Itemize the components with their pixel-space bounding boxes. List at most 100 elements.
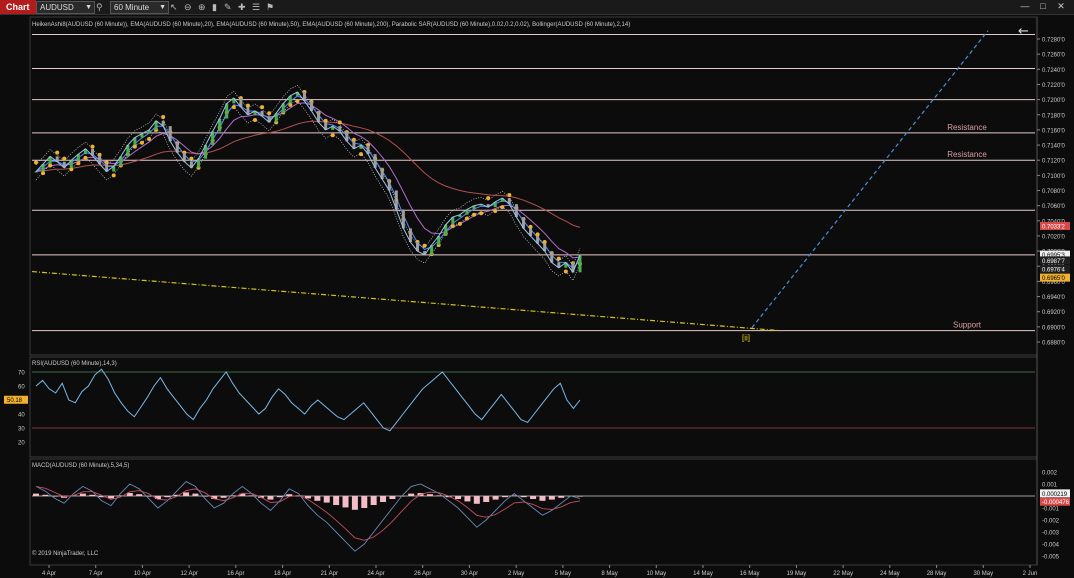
wave-label: [ii] <box>742 334 750 343</box>
macd-histogram-bar <box>323 496 330 503</box>
macd-histogram-bar <box>164 496 171 498</box>
macd-histogram-bar <box>220 496 227 498</box>
heiken-ashi-candle <box>34 171 38 173</box>
macd-histogram-bar <box>380 496 387 502</box>
macd-histogram-bar <box>361 496 368 508</box>
macd-histogram-bar <box>408 493 415 496</box>
macd-tick-label: -0.002 <box>1042 519 1060 525</box>
date-tick-label: 12 Apr <box>180 571 197 577</box>
sar-dot <box>34 160 38 165</box>
sar-dot <box>76 161 81 166</box>
date-tick-label: 22 May <box>833 571 853 577</box>
sar-dot <box>500 205 505 210</box>
macd-histogram-bar <box>314 496 321 501</box>
date-tick-label: 10 Apr <box>134 571 151 577</box>
macd-histogram-bar <box>520 496 527 498</box>
macd-panel[interactable] <box>29 458 1038 566</box>
price-tick-label: 0.7020'0 <box>1042 234 1065 240</box>
rsi-line <box>35 368 581 432</box>
chart-canvas[interactable]: Resistance Resistance Support [ii] 0.7280'0… <box>0 0 1074 578</box>
price-badge-label: 0.7033'2 <box>1042 224 1065 230</box>
macd-line <box>35 481 581 552</box>
macd-histogram-bar <box>530 496 537 499</box>
sar-dot <box>55 150 60 155</box>
sar-dot <box>132 144 137 149</box>
macd-histogram-bar <box>42 494 49 496</box>
price-tick-label: 0.6900'0 <box>1042 325 1065 331</box>
macd-tick-label: -0.004 <box>1042 543 1060 549</box>
sar-dot <box>563 269 568 274</box>
rsi-current-label: 50.18 <box>7 398 23 404</box>
sar-dot <box>507 193 512 198</box>
sar-dot <box>472 212 477 217</box>
price-tick-label: 0.7260'0 <box>1042 53 1065 59</box>
date-tick-label: 2 Jun <box>1023 571 1038 577</box>
macd-histogram-bar <box>79 493 86 496</box>
macd-histogram-bar <box>492 496 499 500</box>
macd-badge-label: 0.000219 <box>1042 492 1068 498</box>
macd-tick-label: 0.001 <box>1042 483 1058 489</box>
level-label: Support <box>953 321 982 330</box>
macd-histogram-bar <box>426 494 433 496</box>
sar-dot <box>337 120 342 125</box>
rsi-tick-label: 70 <box>18 371 25 377</box>
date-tick-label: 26 Apr <box>414 571 431 577</box>
macd-histogram-bar <box>389 496 396 499</box>
date-tick-label: 24 May <box>880 571 900 577</box>
rsi-tick-label: 60 <box>18 385 25 391</box>
sar-dot <box>267 111 272 116</box>
sar-dot <box>161 115 166 120</box>
date-tick-label: 30 Apr <box>461 571 478 577</box>
sar-dot <box>450 224 455 229</box>
macd-histogram-bar <box>286 494 293 496</box>
ema-50-line <box>35 102 581 259</box>
macd-badge-label: -0.000476 <box>1042 500 1070 506</box>
sar-dot <box>528 224 533 229</box>
macd-histogram-bar <box>89 494 96 496</box>
sar-dot <box>295 99 300 104</box>
macd-histogram-bar <box>342 496 349 508</box>
projection-line <box>751 30 989 328</box>
sar-dot <box>83 155 88 160</box>
macd-histogram-bar <box>351 496 358 510</box>
support-trendline <box>31 270 781 332</box>
rsi-indicator-header: RSI(AUDUSD (60 Minute),14,3) <box>32 361 117 367</box>
price-tick-label: 0.7100'0 <box>1042 174 1065 180</box>
price-tick-label: 0.6940'0 <box>1042 295 1065 301</box>
macd-indicator-header: MACD(AUDUSD (60 Minute),5,34,5) <box>32 463 129 469</box>
copyright-label: © 2019 NinjaTrader, LLC <box>32 550 99 557</box>
macd-histogram-bar <box>473 496 480 504</box>
date-tick-label: 4 Apr <box>42 571 56 577</box>
date-tick-label: 16 May <box>740 571 760 577</box>
sar-dot <box>288 102 293 107</box>
ema-200-line <box>35 120 581 228</box>
price-tick-label: 0.7060'0 <box>1042 204 1065 210</box>
date-tick-label: 18 Apr <box>274 571 291 577</box>
sar-dot <box>464 216 469 221</box>
macd-tick-label: 0.002 <box>1042 471 1058 477</box>
macd-histogram-bar <box>455 496 462 499</box>
sar-dot <box>493 208 498 213</box>
sar-dot <box>48 163 53 168</box>
macd-histogram-bar <box>136 494 143 496</box>
rsi-tick-label: 40 <box>18 413 25 419</box>
date-tick-label: 10 May <box>646 571 666 577</box>
sar-dot <box>351 137 356 142</box>
price-panel[interactable] <box>29 16 1038 356</box>
macd-histogram-bar <box>183 492 190 496</box>
macd-histogram-bar <box>192 493 199 496</box>
scroll-back-arrow-icon[interactable]: ← <box>1018 24 1029 39</box>
macd-histogram-bar <box>276 496 283 498</box>
macd-tick-label: -0.003 <box>1042 531 1060 537</box>
macd-histogram-bar <box>577 496 583 497</box>
sar-dot <box>139 140 144 145</box>
date-tick-label: 24 Apr <box>367 571 384 577</box>
macd-tick-label: -0.001 <box>1042 507 1060 513</box>
macd-histogram-bar <box>33 493 39 496</box>
sar-dot <box>542 240 547 245</box>
macd-histogram-bar <box>501 496 508 498</box>
macd-histogram-bar <box>333 496 340 505</box>
price-tick-label: 0.7280'0 <box>1042 38 1065 44</box>
price-tick-label: 0.6920'0 <box>1042 310 1065 316</box>
sar-dot <box>231 105 236 110</box>
